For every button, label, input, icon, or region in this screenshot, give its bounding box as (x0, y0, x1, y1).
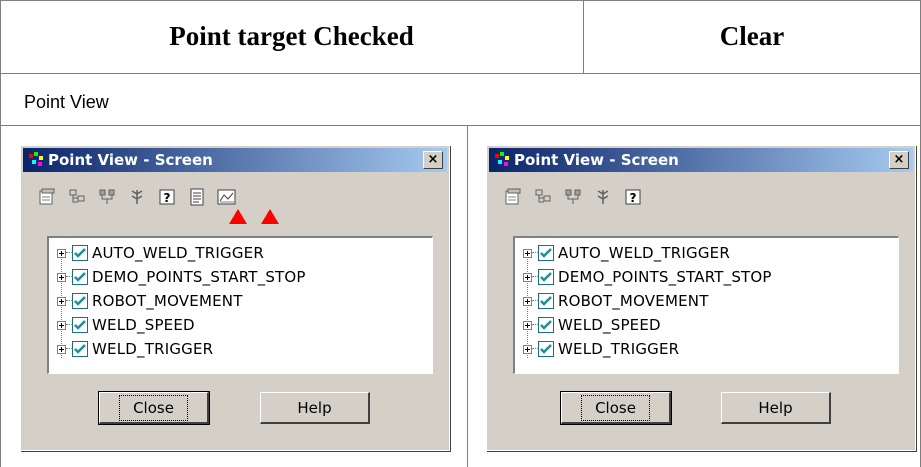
tree-item-label: AUTO_WELD_TRIGGER (92, 244, 264, 262)
close-button-label: Close (119, 394, 188, 421)
column-header-checked: Point target Checked (169, 21, 414, 51)
app-icon (29, 152, 45, 168)
tree-item[interactable]: DEMO_POINTS_START_STOP (57, 266, 306, 288)
tree-item[interactable]: AUTO_WELD_TRIGGER (523, 242, 730, 264)
help-button-label: Help (297, 398, 332, 417)
tree-item[interactable]: AUTO_WELD_TRIGGER (57, 242, 264, 264)
app-icon (495, 152, 511, 168)
checkbox[interactable] (72, 245, 88, 261)
dialog-titlebar[interactable]: Point View - Screen × (23, 148, 447, 172)
tree-item-label: WELD_SPEED (558, 316, 661, 334)
tree-structure-icon[interactable] (67, 187, 87, 207)
expand-icon[interactable] (57, 344, 66, 354)
help-icon[interactable]: ? (157, 187, 177, 207)
expand-icon[interactable] (523, 248, 532, 258)
expand-icon[interactable] (523, 320, 532, 330)
tree-item[interactable]: DEMO_POINTS_START_STOP (523, 266, 772, 288)
dialog-title: Point View - Screen (514, 151, 679, 169)
close-button[interactable]: Close (98, 391, 210, 425)
table-divider-section (0, 125, 921, 126)
checkbox[interactable] (538, 293, 554, 309)
checkbox[interactable] (72, 293, 88, 309)
dialog-titlebar[interactable]: Point View - Screen × (489, 148, 913, 172)
svg-text:?: ? (164, 191, 171, 205)
properties-icon[interactable] (503, 187, 523, 207)
properties-icon[interactable] (37, 187, 57, 207)
tree-item-label: ROBOT_MOVEMENT (558, 292, 709, 310)
svg-text:?: ? (630, 191, 637, 205)
expand-icon[interactable] (523, 296, 532, 306)
expand-icon[interactable] (57, 296, 66, 306)
tree-branch-icon[interactable] (593, 187, 613, 207)
tree-item-label: WELD_SPEED (92, 316, 195, 334)
table-divider-header (0, 73, 921, 74)
tree-item[interactable]: WELD_SPEED (523, 314, 661, 336)
point-view-dialog-clear: Point View - Screen × ? AUTO_WELD_TRIGGE… (486, 145, 916, 451)
expand-icon[interactable] (523, 344, 532, 354)
tree-structure-icon[interactable] (533, 187, 553, 207)
highlight-arrow-2 (261, 209, 279, 224)
dialog-toolbar: ? (37, 186, 237, 208)
close-button-label: Close (581, 394, 650, 421)
tree-item-label: ROBOT_MOVEMENT (92, 292, 243, 310)
expand-icon[interactable] (523, 272, 532, 282)
tree-item[interactable]: ROBOT_MOVEMENT (523, 290, 709, 312)
point-tree[interactable]: AUTO_WELD_TRIGGER DEMO_POINTS_START_STOP… (47, 236, 433, 374)
section-label: Point View (24, 92, 109, 112)
highlight-arrow-1 (229, 209, 247, 224)
checkbox[interactable] (538, 317, 554, 333)
point-view-dialog-checked: Point View - Screen × ? AUTO_WELD_TRIGGE… (20, 145, 450, 451)
point-list-icon[interactable] (187, 187, 207, 207)
expand-icon[interactable] (57, 248, 66, 258)
tree-item-label: DEMO_POINTS_START_STOP (92, 268, 306, 286)
checkbox[interactable] (72, 317, 88, 333)
help-button-label: Help (758, 398, 793, 417)
help-button[interactable]: Help (260, 392, 370, 424)
tree-item-label: WELD_TRIGGER (558, 340, 680, 358)
tree-item-label: DEMO_POINTS_START_STOP (558, 268, 772, 286)
checkbox[interactable] (538, 341, 554, 357)
column-header-clear: Clear (719, 21, 785, 51)
close-button[interactable]: Close (560, 391, 672, 425)
trend-chart-icon[interactable] (217, 187, 237, 207)
tree-item[interactable]: ROBOT_MOVEMENT (57, 290, 243, 312)
dialog-title: Point View - Screen (48, 151, 213, 169)
checkbox[interactable] (72, 269, 88, 285)
tree-item[interactable]: WELD_TRIGGER (523, 338, 679, 360)
tree-network-icon[interactable] (563, 187, 583, 207)
expand-icon[interactable] (57, 272, 66, 282)
tree-item[interactable]: WELD_SPEED (57, 314, 195, 336)
table-column-divider-bottom (467, 125, 468, 467)
expand-icon[interactable] (57, 320, 66, 330)
tree-item-label: AUTO_WELD_TRIGGER (558, 244, 730, 262)
help-button[interactable]: Help (721, 392, 831, 424)
dialog-toolbar: ? (503, 186, 643, 208)
checkbox[interactable] (538, 269, 554, 285)
tree-branch-icon[interactable] (127, 187, 147, 207)
checkbox[interactable] (72, 341, 88, 357)
tree-item[interactable]: WELD_TRIGGER (57, 338, 213, 360)
help-icon[interactable]: ? (623, 187, 643, 207)
point-tree[interactable]: AUTO_WELD_TRIGGER DEMO_POINTS_START_STOP… (513, 236, 899, 374)
close-icon[interactable]: × (423, 151, 443, 169)
tree-item-label: WELD_TRIGGER (92, 340, 214, 358)
tree-network-icon[interactable] (97, 187, 117, 207)
checkbox[interactable] (538, 245, 554, 261)
close-icon[interactable]: × (889, 151, 909, 169)
